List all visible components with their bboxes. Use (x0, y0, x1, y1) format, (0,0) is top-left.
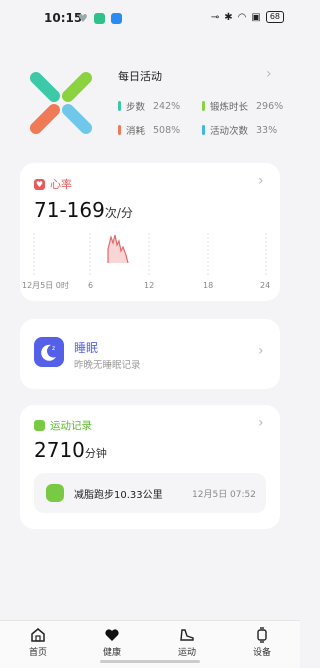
sim-icon: ▣ (251, 11, 261, 23)
system-icons: ⊸ ✱ ◠ ▣ 68 (211, 11, 284, 23)
chevron-right-icon: › (266, 66, 272, 82)
exercise-record-card[interactable]: 运动记录 › 2710分钟 减脂跑步10.33公里 12月5日 07:52 (20, 405, 280, 529)
stat-activity-count: 活动次数 33% (202, 123, 277, 137)
exercise-title: 运动记录 (50, 420, 92, 432)
stat-value: 33% (256, 124, 278, 136)
heart-icon: ♥ (34, 178, 45, 190)
calories-color-bar (118, 125, 121, 135)
wifi-icon: ◠ (237, 11, 247, 23)
heart-rate-unit: 次/分 (104, 206, 133, 220)
nav-health-label: 健康 (102, 648, 121, 658)
exercise-item-name: 减脂跑步10.33公里 (74, 490, 163, 501)
moon-icon: z (34, 337, 64, 367)
steps-color-bar (118, 101, 121, 111)
activity-color-bar (202, 125, 205, 135)
exercise-minutes: 2710 (34, 438, 85, 462)
x-tick-24: 24 (260, 281, 270, 290)
x-tick-6: 6 (88, 281, 93, 290)
sleep-subtitle: 昨晚无睡眠记录 (74, 360, 141, 371)
stat-exercise-duration: 锻炼时长 296% (202, 99, 283, 113)
heart-rate-header: ♥ 心率 (34, 176, 72, 192)
exercise-total: 2710分钟 (34, 438, 107, 462)
sleep-title: 睡眠 (74, 341, 99, 355)
stat-label: 锻炼时长 (210, 102, 249, 113)
status-bar: 10:15 ♥ ⊸ ✱ ◠ ▣ 68 (0, 0, 300, 36)
nav-health[interactable]: 健康 (84, 627, 140, 658)
stat-label: 消耗 (126, 126, 146, 137)
x-tick-12: 12 (144, 281, 154, 290)
nav-device-label: 设备 (252, 648, 271, 658)
app-notification-icon (93, 13, 105, 24)
heart-icon (105, 629, 119, 641)
exercise-record-item[interactable]: 减脂跑步10.33公里 12月5日 07:52 (34, 473, 266, 513)
exercise-color-bar (202, 101, 205, 111)
daily-activity-summary[interactable]: 每日活动 › 步数 242% 锻炼时长 296% 消耗 508% 活动次数 33… (0, 60, 300, 150)
run-icon (46, 484, 64, 502)
x-tick-18: 18 (203, 281, 213, 290)
exercise-unit: 分钟 (84, 447, 107, 460)
stat-label: 活动次数 (210, 126, 249, 137)
svg-text:z: z (52, 345, 55, 352)
nav-device[interactable]: 设备 (234, 627, 290, 658)
notification-icons: ♥ (78, 12, 122, 25)
status-time: 10:15 (44, 11, 83, 25)
chevron-right-icon: › (258, 173, 264, 189)
heart-rate-value: 71-169次/分 (34, 198, 133, 222)
home-indicator (100, 660, 200, 663)
health-notification-icon: ♥ (78, 12, 88, 25)
shoe-icon (180, 629, 194, 641)
app-notification-icon (110, 13, 122, 24)
chevron-right-icon: › (258, 415, 264, 431)
chevron-right-icon: › (258, 343, 264, 359)
stat-value: 296% (256, 100, 284, 112)
stat-calories: 消耗 508% (118, 123, 180, 137)
stat-steps: 步数 242% (118, 99, 180, 113)
nav-home-label: 首页 (28, 648, 47, 658)
home-icon (31, 628, 45, 642)
stat-label: 步数 (126, 102, 146, 113)
nfc-icon: ⊸ (210, 11, 220, 23)
nav-sport[interactable]: 运动 (159, 627, 215, 658)
exercise-item-date: 12月5日 07:52 (192, 490, 256, 500)
sleep-card[interactable]: z 睡眠 昨晚无睡眠记录 › (20, 319, 280, 389)
nav-home[interactable]: 首页 (10, 627, 66, 658)
heart-rate-range: 71-169 (34, 198, 105, 222)
battery-icon: 68 (265, 11, 284, 23)
heart-rate-card[interactable]: 12月5日 0时 6 12 18 24 ♥ 心率 › 71-169次/分 (20, 163, 280, 301)
summary-title: 每日活动 (118, 70, 162, 83)
watch-icon (257, 627, 267, 643)
exercise-header: 运动记录 (34, 418, 92, 433)
stat-value: 242% (153, 100, 181, 112)
stat-value: 508% (153, 124, 181, 136)
bluetooth-icon: ✱ (224, 11, 233, 23)
heart-rate-title: 心率 (50, 178, 72, 191)
x-tick-0: 12月5日 0时 (22, 280, 69, 290)
nav-sport-label: 运动 (177, 648, 196, 658)
list-icon (34, 420, 45, 431)
activity-rings-icon (30, 72, 92, 134)
